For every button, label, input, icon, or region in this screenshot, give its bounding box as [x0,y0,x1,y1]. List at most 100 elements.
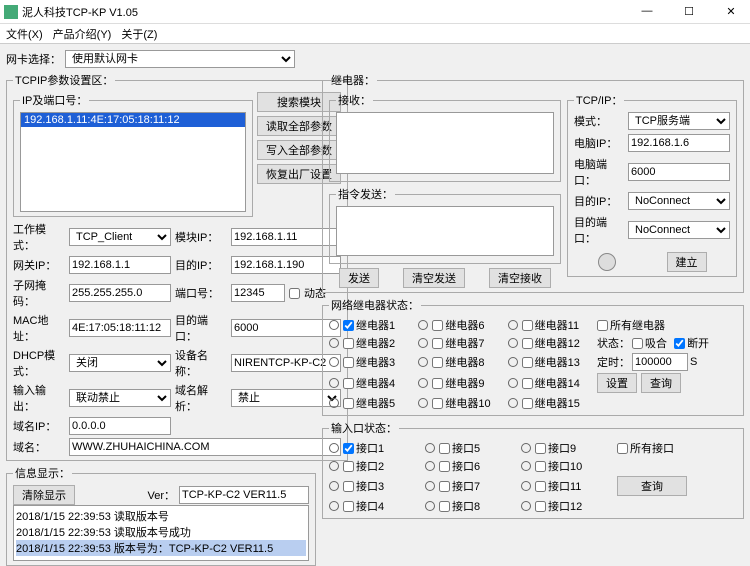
radio-icon [329,398,339,408]
io6-checkbox[interactable] [439,461,450,472]
relay14-checkbox[interactable] [522,378,533,389]
radio-icon [425,481,435,491]
on-checkbox[interactable] [632,338,643,349]
radio-icon [329,357,339,367]
relay2-checkbox[interactable] [343,338,354,349]
dip2-label: 目的IP： [574,193,624,209]
clear-log-button[interactable]: 清除显示 [13,485,75,505]
menu-intro[interactable]: 产品介绍(Y) [53,26,112,42]
iplist-legend: IP及端口号： [20,92,89,108]
netrelay-legend: 网络继电器状态： [329,297,421,313]
cmd-legend: 指令发送： [336,186,395,202]
io10-checkbox[interactable] [535,461,546,472]
build-button[interactable]: 建立 [667,252,707,272]
close-button[interactable]: ✕ [716,5,746,18]
ip-listbox[interactable]: 192.168.1.11:4E:17:05:18:11:12 [20,112,246,212]
relay11-checkbox[interactable] [522,320,533,331]
clear-recv-button[interactable]: 清空接收 [489,268,551,288]
pcport-input[interactable] [628,163,730,181]
ver-label: Ver： [147,487,175,503]
relay9-checkbox[interactable] [432,378,443,389]
radio-icon [508,320,518,330]
io12-checkbox[interactable] [535,501,546,512]
dynamic-checkbox[interactable] [289,288,300,299]
radio-icon [329,320,339,330]
io3-checkbox[interactable] [343,481,354,492]
io-select[interactable]: 联动禁止 [69,389,171,407]
workmode-select[interactable]: TCP_Client [69,228,171,246]
domain-label: 域名： [13,439,65,455]
set-button[interactable]: 设置 [597,373,637,393]
menu-file[interactable]: 文件(X) [6,26,43,42]
relay13-checkbox[interactable] [522,357,533,368]
relay1-checkbox[interactable] [343,320,354,331]
io11-checkbox[interactable] [535,481,546,492]
ip-list-item[interactable]: 192.168.1.11:4E:17:05:18:11:12 [21,113,245,127]
relay4-checkbox[interactable] [343,378,354,389]
recv-textarea[interactable] [336,112,554,174]
relay3-checkbox[interactable] [343,357,354,368]
info-legend: 信息显示： [13,465,72,481]
port-input[interactable] [231,284,285,302]
domain-ip-label: 域名IP： [13,418,65,434]
maximize-button[interactable]: ☐ [674,5,704,18]
mode-select[interactable]: TCP服务端 [628,112,730,130]
radio-icon [521,461,531,471]
io9-checkbox[interactable] [535,443,546,454]
relay7-checkbox[interactable] [432,338,443,349]
relay5-checkbox[interactable] [343,398,354,409]
dhcp-select[interactable]: 关闭 [69,354,171,372]
io1-checkbox[interactable] [343,443,354,454]
timer-input[interactable] [632,353,688,371]
off-checkbox[interactable] [674,338,685,349]
log-line: 2018/1/15 22:39:53 版本号为：TCP-KP-C2 VER11.… [16,540,306,556]
io4-checkbox[interactable] [343,501,354,512]
io-query-button[interactable]: 查询 [617,476,687,496]
iostat-legend: 输入口状态： [329,420,399,436]
mac-input[interactable] [69,319,171,337]
relay-legend: 继电器： [329,72,377,88]
clear-send-button[interactable]: 清空发送 [403,268,465,288]
gateway-label: 网关IP： [13,257,65,273]
radio-icon [329,338,339,348]
menu-about[interactable]: 关于(Z) [121,26,157,42]
pcport-label: 电脑端口： [574,156,624,188]
relay10-checkbox[interactable] [432,398,443,409]
relay12-checkbox[interactable] [522,338,533,349]
relay-query-button[interactable]: 查询 [641,373,681,393]
log-line: 2018/1/15 22:39:53 读取版本号 [16,508,306,524]
io7-checkbox[interactable] [439,481,450,492]
dip-select[interactable]: NoConnect [628,192,730,210]
modip-label: 模块IP： [175,229,227,245]
radio-icon [418,338,428,348]
relay15-checkbox[interactable] [522,398,533,409]
gateway-input[interactable] [69,256,171,274]
all-io-checkbox[interactable] [617,443,628,454]
minimize-button[interactable]: — [632,5,662,18]
all-relay-checkbox[interactable] [597,320,608,331]
nic-label: 网卡选择： [6,51,61,67]
radio-icon [329,501,339,511]
dport-select[interactable]: NoConnect [628,221,730,239]
ver-input[interactable] [179,486,309,504]
nic-select[interactable]: 使用默认网卡 [65,50,295,68]
tcpip-legend: TCP/IP： [574,92,624,108]
radio-icon [508,357,518,367]
cmd-textarea[interactable] [336,206,554,256]
io5-checkbox[interactable] [439,443,450,454]
radio-icon [508,398,518,408]
dns-label: 域名解析： [175,382,227,414]
io8-checkbox[interactable] [439,501,450,512]
radio-icon [329,378,339,388]
pcip-input[interactable] [628,134,730,152]
relay6-checkbox[interactable] [432,320,443,331]
send-button[interactable]: 发送 [339,268,379,288]
io2-checkbox[interactable] [343,461,354,472]
log-box[interactable]: 2018/1/15 22:39:53 读取版本号 2018/1/15 22:39… [13,505,309,561]
domain-input[interactable] [69,438,341,456]
mask-input[interactable] [69,284,171,302]
pcip-label: 电脑IP： [574,135,624,151]
devname-label: 设备名称： [175,347,227,379]
domain-ip-input[interactable] [69,417,171,435]
relay8-checkbox[interactable] [432,357,443,368]
